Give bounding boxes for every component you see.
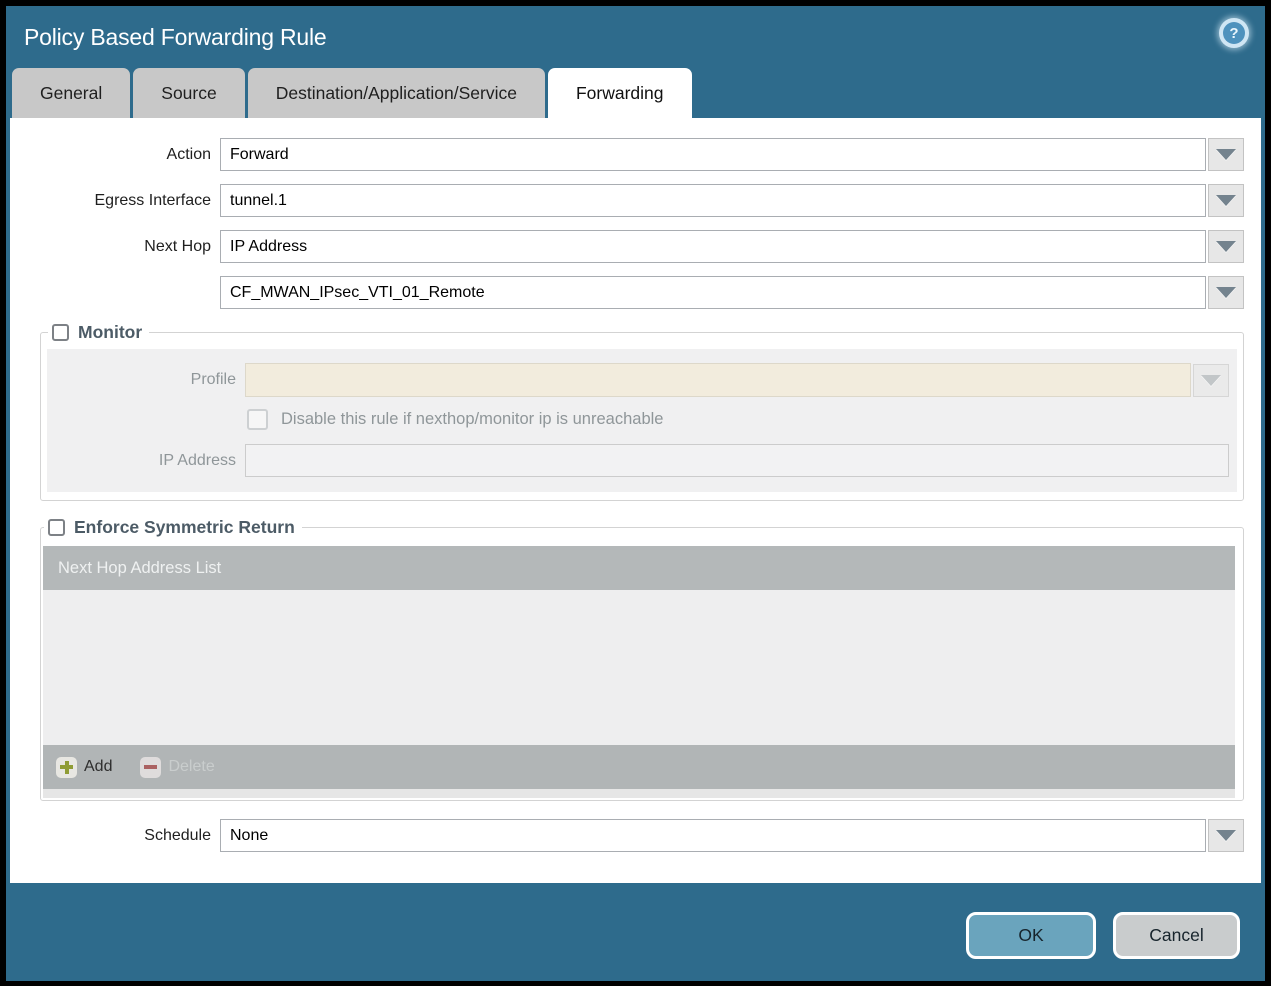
disable-rule-label: Disable this rule if nexthop/monitor ip …: [281, 410, 664, 428]
chevron-down-icon: [1201, 374, 1221, 386]
table-scrollbar-track: [43, 789, 1235, 798]
action-row: Action Forward: [10, 138, 1244, 171]
monitor-legend: Monitor: [48, 322, 149, 343]
profile-row: Profile: [47, 363, 1229, 397]
help-button[interactable]: ?: [1219, 18, 1249, 48]
disable-rule-checkbox[interactable]: [247, 409, 268, 430]
plus-icon: [56, 756, 77, 778]
enforce-symmetric-return-group: Enforce Symmetric Return Next Hop Addres…: [40, 517, 1244, 801]
tab-general[interactable]: General: [12, 68, 131, 118]
monitor-group: Monitor Profile Disable this rule if nex…: [40, 322, 1244, 501]
schedule-row: Schedule None: [10, 819, 1244, 852]
profile-label: Profile: [190, 371, 236, 388]
action-dropdown-button[interactable]: [1208, 138, 1244, 171]
chevron-down-icon: [1216, 195, 1236, 206]
ok-button[interactable]: OK: [966, 912, 1096, 959]
next-hop-address-list-toolbar: Add Delete: [43, 745, 1235, 789]
schedule-select[interactable]: None: [220, 819, 1206, 852]
egress-interface-dropdown-button[interactable]: [1208, 184, 1244, 217]
tab-source[interactable]: Source: [133, 68, 245, 118]
monitor-legend-label: Monitor: [78, 322, 143, 342]
dialog-footer: OK Cancel: [6, 883, 1265, 981]
next-hop-type-dropdown-button[interactable]: [1208, 230, 1244, 263]
next-hop-address-list-body[interactable]: [43, 590, 1235, 745]
egress-interface-row: Egress Interface tunnel.1: [10, 184, 1244, 217]
monitor-ip-address-label: IP Address: [158, 451, 236, 469]
monitor-panel: Profile Disable this rule if nexthop/mon…: [47, 349, 1237, 492]
enforce-symmetric-return-checkbox[interactable]: [48, 519, 65, 536]
minus-icon: [140, 756, 162, 778]
next-hop-label: Next Hop: [144, 237, 211, 255]
next-hop-address-list-header: Next Hop Address List: [43, 546, 1235, 590]
enforce-symmetric-return-legend-label: Enforce Symmetric Return: [74, 517, 295, 537]
profile-select[interactable]: [245, 363, 1191, 397]
add-button[interactable]: Add: [56, 756, 113, 778]
enforce-symmetric-return-legend: Enforce Symmetric Return: [44, 517, 302, 538]
chevron-down-icon: [1216, 241, 1236, 252]
cancel-button[interactable]: Cancel: [1113, 912, 1240, 959]
egress-interface-label: Egress Interface: [94, 191, 212, 209]
chevron-down-icon: [1216, 149, 1236, 160]
tab-forwarding[interactable]: Forwarding: [547, 68, 692, 118]
next-hop-row: Next Hop IP Address: [10, 230, 1244, 263]
schedule-dropdown-button[interactable]: [1208, 819, 1244, 852]
monitor-ip-address-input[interactable]: [245, 444, 1229, 477]
next-hop-type-select[interactable]: IP Address: [220, 230, 1206, 263]
monitor-checkbox[interactable]: [52, 324, 69, 341]
dialog-title: Policy Based Forwarding Rule: [24, 23, 327, 50]
next-hop-address-row: CF_MWAN_IPsec_VTI_01_Remote: [10, 276, 1244, 309]
chevron-down-icon: [1216, 830, 1236, 841]
next-hop-address-dropdown-button[interactable]: [1208, 276, 1244, 309]
egress-interface-select[interactable]: tunnel.1: [220, 184, 1206, 217]
add-button-label: Add: [84, 758, 113, 775]
tab-destination-application-service[interactable]: Destination/Application/Service: [247, 68, 545, 118]
next-hop-address-list-table: Next Hop Address List Add Delete: [43, 546, 1235, 798]
delete-button[interactable]: Delete: [140, 756, 215, 778]
title-bar: Policy Based Forwarding Rule ?: [6, 6, 1265, 68]
dialog-window: Policy Based Forwarding Rule ? General S…: [6, 6, 1265, 981]
tab-bar: General Source Destination/Application/S…: [6, 68, 1265, 118]
next-hop-address-select[interactable]: CF_MWAN_IPsec_VTI_01_Remote: [220, 276, 1206, 309]
profile-dropdown-button[interactable]: [1193, 363, 1229, 397]
forwarding-tab-panel: Action Forward Egress Interface tunnel.1…: [10, 118, 1261, 883]
schedule-label: Schedule: [144, 826, 211, 844]
action-select[interactable]: Forward: [220, 138, 1206, 171]
chevron-down-icon: [1216, 287, 1236, 298]
delete-button-label: Delete: [168, 758, 215, 775]
help-icon: ?: [1223, 22, 1245, 44]
action-label: Action: [166, 145, 211, 163]
disable-rule-row: Disable this rule if nexthop/monitor ip …: [247, 409, 1229, 430]
monitor-ip-address-row: IP Address: [47, 444, 1229, 477]
